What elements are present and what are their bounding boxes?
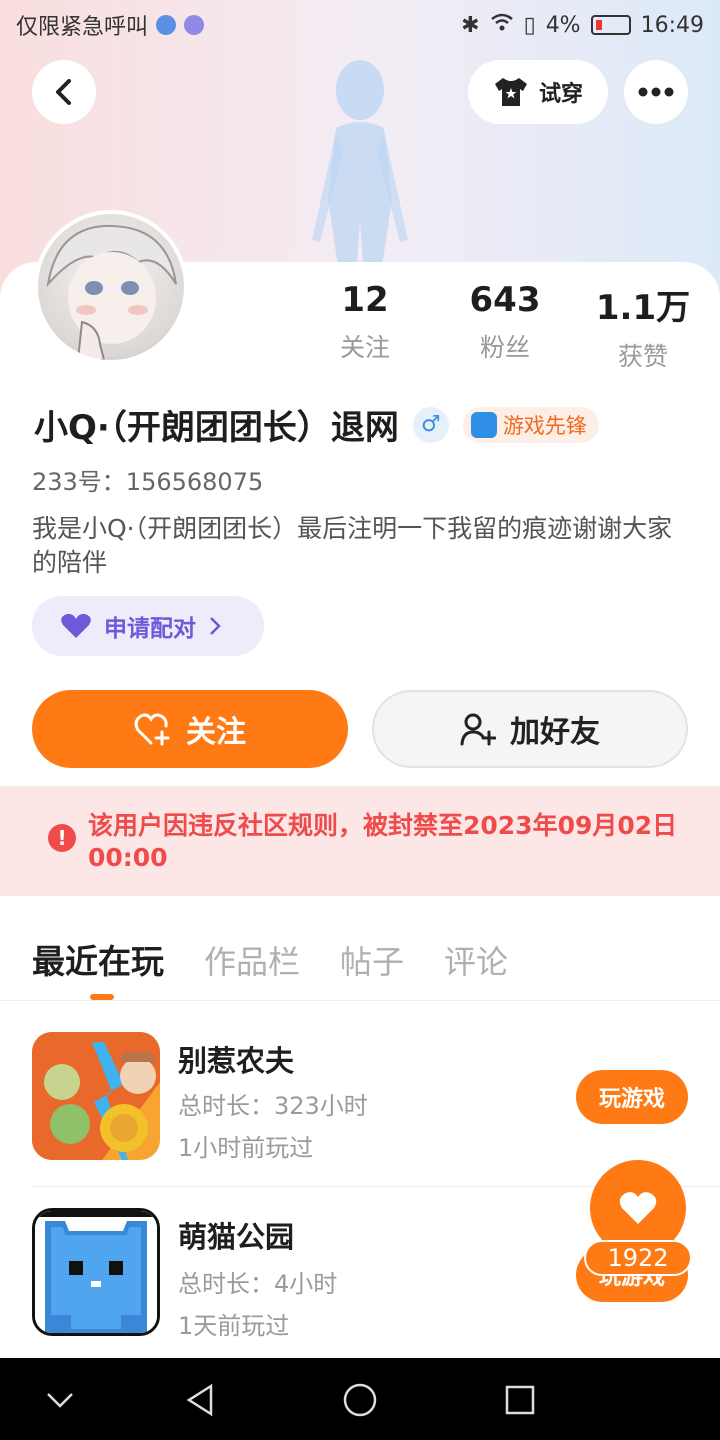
home-circle-icon [343,1383,377,1417]
tab-works[interactable]: 作品栏 [204,937,300,983]
gamepad-badge-icon [470,411,497,438]
battery-percent: 4% [545,12,581,38]
profile-tabs: 最近在玩 作品栏 帖子 评论 [32,935,508,983]
add-user-icon [460,713,496,746]
user-bio: 我是小Q·（开朗团团长）最后注明一下我留的痕迹谢谢大家的陪伴 [32,514,673,577]
heart-icon [619,1192,657,1224]
game-pioneer-badge[interactable]: 游戏先锋 [462,406,599,443]
game-title: 别惹农夫 [178,1044,295,1078]
game-duration: 总时长：4小时 [178,1270,338,1298]
stat-following-label: 关注 [339,333,390,362]
game-icon-dont-mess-farmer [32,1032,160,1160]
nav-back-button[interactable] [178,1378,222,1422]
chevron-down-icon [47,1393,73,1408]
tab-comments[interactable]: 评论 [444,937,508,983]
badge-label: 游戏先锋 [502,413,587,438]
add-friend-label: 加好友 [510,715,600,750]
ban-notice: ! 该用户因违反社区规则，被封禁至2023年09月02日 00:00 [0,786,720,896]
stat-likes-label: 获赞 [617,342,668,371]
more-options-button[interactable] [624,60,688,124]
male-gender-icon: ♂ [412,406,449,443]
heart-plus-icon [134,713,170,746]
heart-pair-icon [61,613,91,638]
tshirt-icon [494,78,527,106]
status-bar: 仅限紧急呼叫 ✱ ▯ 4% 16:49 [0,0,720,50]
carrier-text: 仅限紧急呼叫 [16,15,149,40]
stat-following[interactable]: 12 关注 [290,280,440,364]
back-button[interactable] [32,60,96,124]
more-dots-icon [638,87,674,97]
play-game-button[interactable]: 玩游戏 [576,1070,688,1124]
game-duration: 总时长：323小时 [178,1092,368,1120]
game-list-item[interactable]: 萌猫公园 总时长：4小时 1天前玩过 玩游戏 [32,1208,688,1348]
floating-like-count: 1922 [584,1240,692,1276]
nav-recents-button[interactable] [498,1378,542,1422]
add-friend-button[interactable]: 加好友 [372,690,688,768]
back-triangle-icon [186,1383,213,1417]
wifi-icon [490,12,514,38]
stat-followers[interactable]: 643 粉丝 [430,280,580,364]
app-notification-icon [156,15,177,35]
game-title: 萌猫公园 [178,1220,295,1254]
chevron-right-icon [210,617,221,635]
avatar[interactable] [34,210,188,364]
system-navigation-bar [0,1358,720,1440]
avatar-illustration [46,224,177,360]
apply-pair-button[interactable]: 申请配对 [32,596,264,656]
clock: 16:49 [640,12,704,38]
battery-icon [590,15,631,35]
try-on-button[interactable]: 试穿 [468,60,608,124]
try-on-label: 试穿 [538,82,583,107]
tab-recently-played[interactable]: 最近在玩 [32,935,164,983]
alert-icon: ! [48,824,76,852]
game-last-played: 1小时前玩过 [178,1134,314,1162]
stat-likes-value: 1.1万 [595,288,691,328]
stat-followers-value: 643 [469,280,541,320]
dressup-avatar-figure [300,50,420,280]
username: 小Q·（开朗团团长）退网 [34,408,399,448]
user-id: 233号：156568075 [32,468,264,496]
stat-followers-label: 粉丝 [479,333,530,362]
follow-label: 关注 [186,715,246,750]
name-row: 小Q·（开朗团团长）退网 ♂ 游戏先锋 [34,400,599,449]
apply-pair-label: 申请配对 [104,616,196,642]
game-icon-cute-cat-park [32,1208,160,1336]
bluetooth-icon: ✱ [461,12,480,38]
ban-notice-text: 该用户因违反社区规则，被封禁至2023年09月02日 00:00 [88,811,678,872]
stat-following-value: 12 [341,280,389,320]
tab-posts[interactable]: 帖子 [340,937,404,983]
follow-button[interactable]: 关注 [32,690,348,768]
tabs-divider [0,1000,720,1001]
nav-home-button[interactable] [338,1378,382,1422]
game-last-played: 1天前玩过 [178,1312,290,1340]
stat-likes[interactable]: 1.1万 获赞 [568,280,718,373]
chevron-left-icon [56,79,71,105]
sim-alert-icon: ▯ [523,12,536,38]
game-list-item[interactable]: 别惹农夫 总时长：323小时 1小时前玩过 玩游戏 [32,1032,688,1172]
recents-square-icon [505,1385,535,1415]
music-notification-icon [184,15,205,35]
nav-hide-button[interactable] [38,1378,82,1422]
